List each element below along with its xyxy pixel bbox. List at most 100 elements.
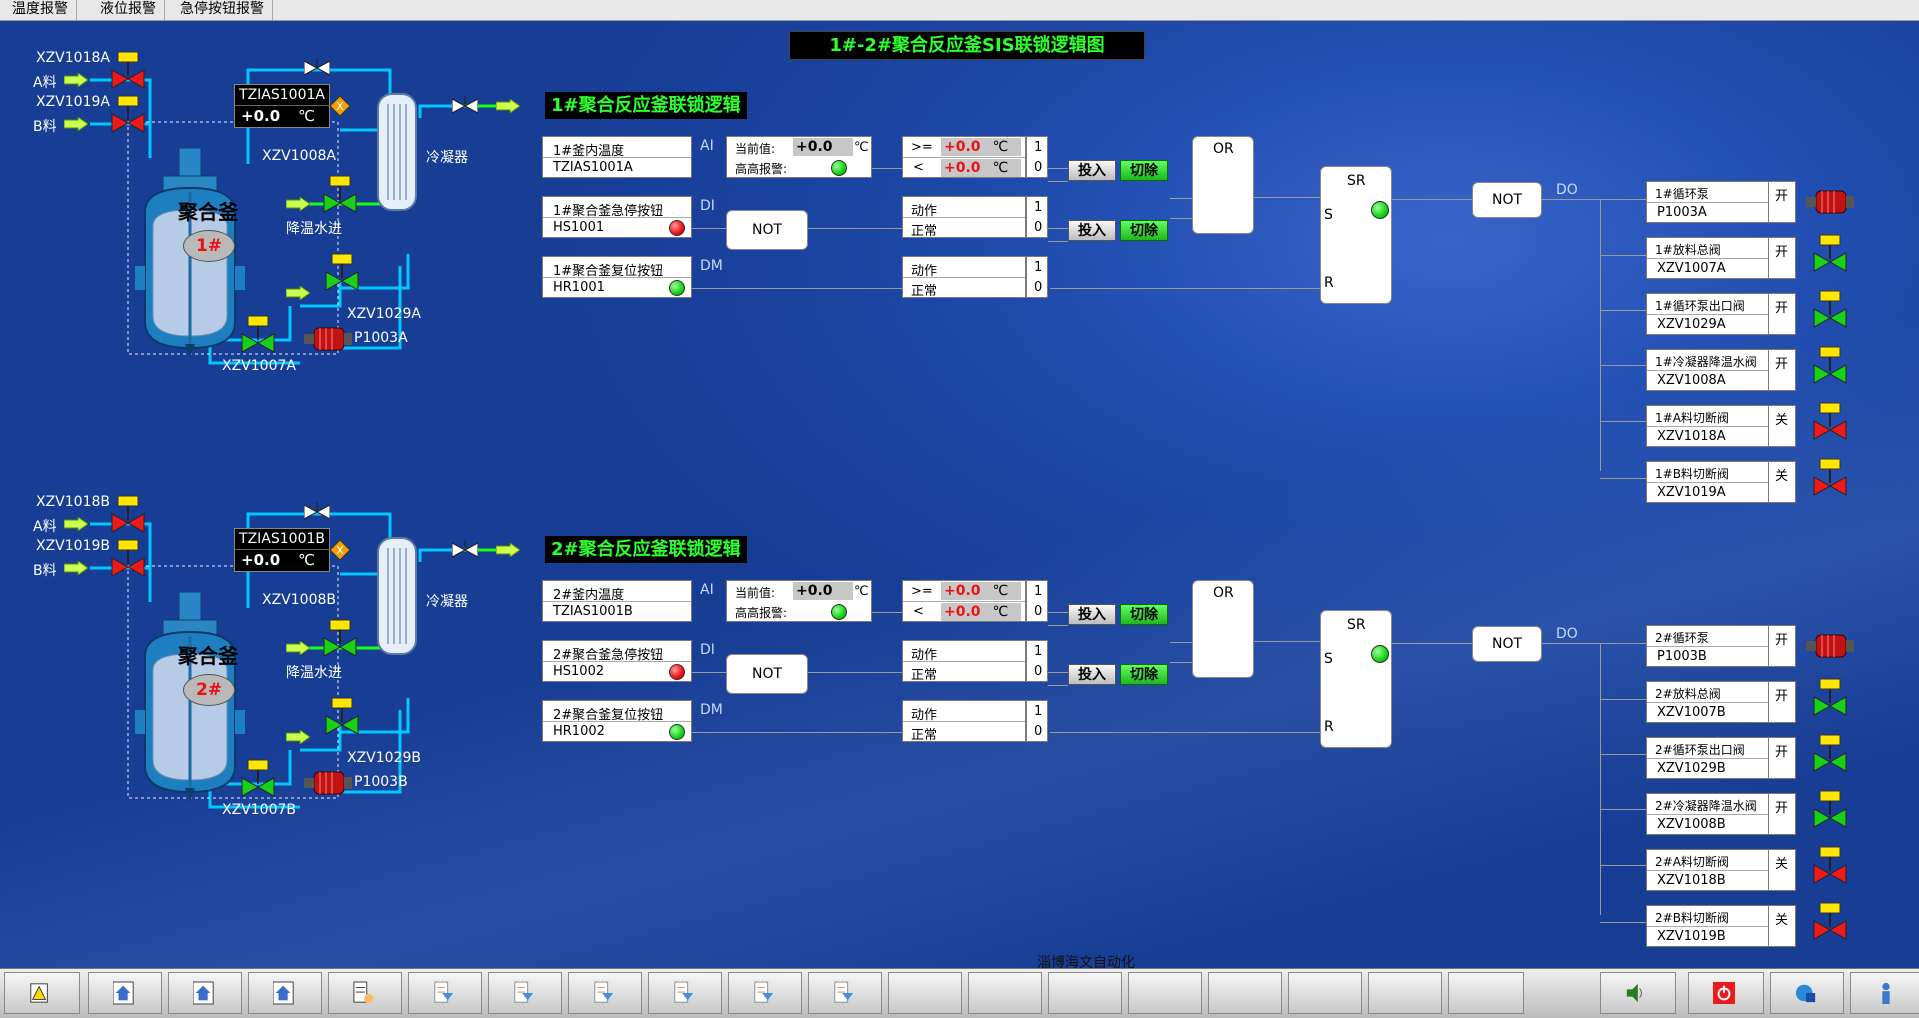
reset-indicator — [669, 280, 685, 296]
menu-temp-alarm[interactable]: 温度报警 — [4, 0, 77, 20]
or-gate: OR — [1192, 580, 1254, 678]
grid-icon — [353, 981, 374, 1004]
output-tag: XZV1029B — [1657, 761, 1726, 776]
output-state: 开 — [1768, 737, 1796, 779]
current-value-box[interactable]: 当前值: +0.0 ℃ 高高报警: — [726, 580, 872, 622]
section-title: 1#聚合反应釜联锁逻辑 — [545, 92, 747, 119]
taskbar-button-23[interactable] — [1850, 972, 1919, 1014]
nav-icon — [834, 981, 854, 1003]
compare-box[interactable]: >= +0.0 ℃ < +0.0 ℃ — [902, 136, 1026, 178]
output-tag: P1003B — [1657, 649, 1707, 664]
taskbar-button-11[interactable] — [808, 972, 882, 1014]
estop-output-box: 10 — [1026, 640, 1048, 682]
temp-input-box[interactable]: 2#釜内温度 TZIAS1001B — [542, 580, 692, 622]
output-valve-icon[interactable] — [1812, 790, 1848, 837]
taskbar-button-4[interactable] — [248, 972, 322, 1014]
enable-button[interactable]: 投入 — [1068, 160, 1116, 181]
estop-input-box[interactable]: 2#聚合釜急停按钮 HS1002 — [542, 640, 692, 682]
taskbar-button-5[interactable] — [328, 972, 402, 1014]
reset-tag: HR1002 — [553, 724, 605, 739]
output-pump-icon[interactable] — [1806, 187, 1854, 217]
signal-di: DI — [700, 642, 715, 658]
output-name: 2#A料切断阀 — [1655, 855, 1729, 869]
hh-alarm-indicator — [831, 604, 847, 620]
estop-state-box: 动作 正常 — [902, 640, 1026, 683]
network-icon — [1795, 984, 1816, 1003]
taskbar-button-20[interactable] — [1600, 972, 1676, 1014]
signal-dm: DM — [700, 258, 723, 274]
home-icon — [193, 981, 214, 1005]
logic-section: 1#聚合反应釜联锁逻辑 1#釜内温度 TZIAS1001A AI 当前值: +0… — [0, 18, 1919, 503]
temp-input-box[interactable]: 1#釜内温度 TZIAS1001A — [542, 136, 692, 178]
reset-output-box: 10 — [1026, 700, 1048, 742]
temp-input-tag: TZIAS1001A — [553, 160, 633, 175]
current-value-box[interactable]: 当前值: +0.0 ℃ 高高报警: — [726, 136, 872, 178]
bypass-button[interactable]: 切除 — [1120, 220, 1168, 241]
output-state: 开 — [1768, 793, 1796, 835]
taskbar-button-19[interactable] — [1448, 972, 1524, 1014]
taskbar-button-22[interactable] — [1770, 972, 1844, 1014]
bypass-button[interactable]: 切除 — [1120, 160, 1168, 181]
output-valve-icon[interactable] — [1812, 846, 1848, 893]
nav-icon — [754, 981, 774, 1003]
taskbar-button-16[interactable] — [1208, 972, 1282, 1014]
logic-section: 2#聚合反应釜联锁逻辑 2#釜内温度 TZIAS1001B AI 当前值: +0… — [0, 462, 1919, 947]
speaker-icon — [1626, 983, 1642, 1003]
taskbar-button-3[interactable] — [168, 972, 242, 1014]
current-value: +0.0 — [793, 582, 853, 600]
taskbar-button-10[interactable] — [728, 972, 802, 1014]
taskbar-button-6[interactable] — [408, 972, 482, 1014]
output-state: 关 — [1768, 905, 1796, 947]
taskbar-button-18[interactable] — [1368, 972, 1442, 1014]
output-valve-icon[interactable] — [1812, 902, 1848, 949]
menu-estop-alarm[interactable]: 急停按钮报警 — [172, 0, 273, 20]
taskbar-button-12[interactable] — [888, 972, 962, 1014]
output-valve-icon[interactable] — [1812, 734, 1848, 781]
compare-high-value: +0.0 ℃ — [941, 138, 1021, 156]
estop-input-box[interactable]: 1#聚合釜急停按钮 HS1001 — [542, 196, 692, 238]
compare-box[interactable]: >= +0.0 ℃ < +0.0 ℃ — [902, 580, 1026, 622]
taskbar-button-7[interactable] — [488, 972, 562, 1014]
output-valve-icon[interactable] — [1812, 290, 1848, 337]
taskbar-button-1[interactable] — [4, 972, 80, 1014]
taskbar-button-14[interactable] — [1048, 972, 1122, 1014]
output-pump-icon[interactable] — [1806, 631, 1854, 661]
taskbar-button-21[interactable] — [1688, 972, 1764, 1014]
taskbar-button-9[interactable] — [648, 972, 722, 1014]
enable-button[interactable]: 投入 — [1068, 604, 1116, 625]
output-valve-icon[interactable] — [1812, 234, 1848, 281]
user-icon — [1882, 982, 1890, 1004]
bypass-button[interactable]: 切除 — [1120, 664, 1168, 685]
enable-button[interactable]: 投入 — [1068, 664, 1116, 685]
bypass-button[interactable]: 切除 — [1120, 604, 1168, 625]
taskbar — [0, 968, 1919, 1018]
output-valve-icon[interactable] — [1812, 678, 1848, 725]
output-tag: XZV1008A — [1657, 373, 1726, 388]
hh-alarm-label: 高高报警: — [735, 162, 788, 176]
reset-input-box[interactable]: 1#聚合釜复位按钮 HR1001 — [542, 256, 692, 298]
menu-level-alarm[interactable]: 液位报警 — [92, 0, 165, 20]
signal-ai: AI — [700, 582, 714, 598]
enable-button[interactable]: 投入 — [1068, 220, 1116, 241]
output-state: 开 — [1768, 237, 1796, 279]
taskbar-button-13[interactable] — [968, 972, 1042, 1014]
output-tag: XZV1018A — [1657, 429, 1726, 444]
nav-icon — [434, 981, 454, 1003]
reset-tag: HR1001 — [553, 280, 605, 295]
taskbar-button-2[interactable] — [88, 972, 162, 1014]
taskbar-button-17[interactable] — [1288, 972, 1362, 1014]
signal-di: DI — [700, 198, 715, 214]
current-unit: ℃ — [854, 140, 869, 155]
hh-alarm-indicator — [831, 160, 847, 176]
output-valve-icon[interactable] — [1812, 402, 1848, 449]
reset-state-box: 动作 正常 — [902, 256, 1026, 299]
not-gate-output: NOT — [1472, 182, 1542, 218]
hh-alarm-label: 高高报警: — [735, 606, 788, 620]
nav-icon — [594, 981, 614, 1003]
taskbar-button-8[interactable] — [568, 972, 642, 1014]
output-state: 开 — [1768, 349, 1796, 391]
taskbar-button-15[interactable] — [1128, 972, 1202, 1014]
reset-input-box[interactable]: 2#聚合釜复位按钮 HR1002 — [542, 700, 692, 742]
output-tag: XZV1018B — [1657, 873, 1726, 888]
output-valve-icon[interactable] — [1812, 346, 1848, 393]
